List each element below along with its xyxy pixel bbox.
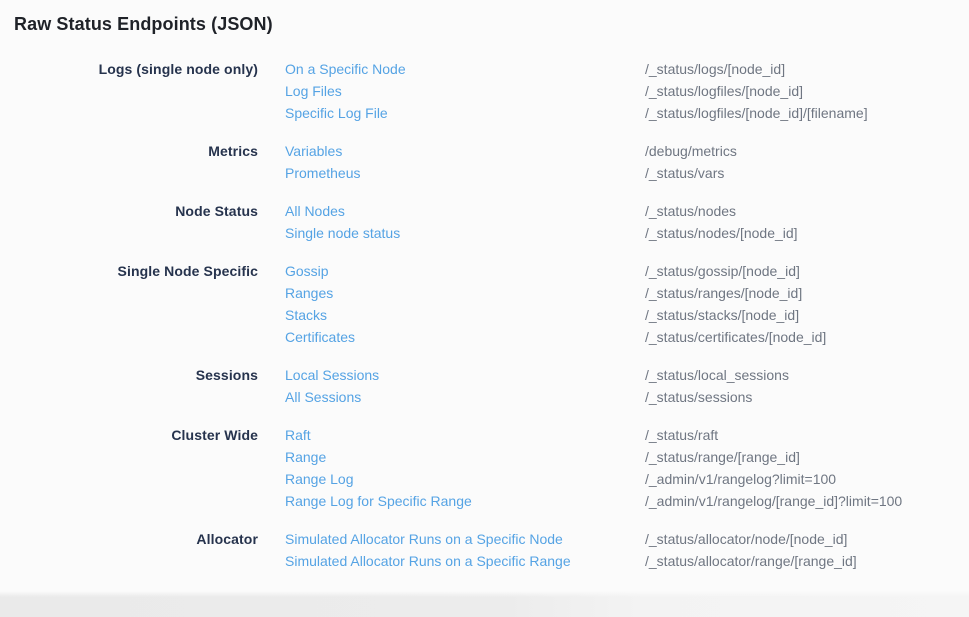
endpoint-row: Simulated Allocator Runs on a Specific R…: [0, 550, 969, 572]
endpoint-link[interactable]: Raft: [285, 424, 645, 446]
category-label: Node Status: [0, 200, 258, 222]
endpoint-section: Allocator Simulated Allocator Runs on a S…: [0, 528, 969, 572]
category-label: Allocator: [0, 528, 258, 550]
endpoint-path: /_status/nodes: [645, 200, 736, 222]
endpoint-path: /_admin/v1/rangelog/[range_id]?limit=100: [645, 490, 902, 512]
endpoint-row: Single Node Specific Gossip/_status/gossi…: [0, 260, 969, 282]
endpoint-row: Sessions Local Sessions/_status/local_ses…: [0, 364, 969, 386]
endpoints-list: Logs (single node only) On a Specific Nod…: [0, 58, 969, 572]
endpoint-row: Certificates/_status/certificates/[node_…: [0, 326, 969, 348]
endpoint-path: /_status/allocator/node/[node_id]: [645, 528, 847, 550]
endpoint-section: Metrics Variables/debug/metricsPrometheus…: [0, 140, 969, 184]
endpoint-path: /_status/logs/[node_id]: [645, 58, 785, 80]
endpoint-section: Single Node Specific Gossip/_status/gossi…: [0, 260, 969, 348]
endpoint-row: Cluster Wide Raft/_status/raft: [0, 424, 969, 446]
endpoint-row: Metrics Variables/debug/metrics: [0, 140, 969, 162]
category-label: Cluster Wide: [0, 424, 258, 446]
endpoint-link[interactable]: All Sessions: [285, 386, 645, 408]
endpoint-path: /_status/sessions: [645, 386, 752, 408]
endpoint-path: /_status/ranges/[node_id]: [645, 282, 802, 304]
endpoint-row: Specific Log File/_status/logfiles/[node…: [0, 102, 969, 124]
endpoint-path: /_status/gossip/[node_id]: [645, 260, 800, 282]
endpoint-link[interactable]: Log Files: [285, 80, 645, 102]
endpoint-row: Log Files/_status/logfiles/[node_id]: [0, 80, 969, 102]
raw-status-endpoints-page: Raw Status Endpoints (JSON) Logs (single…: [0, 14, 969, 617]
endpoint-section: Cluster Wide Raft/_status/raftRange/_stat…: [0, 424, 969, 512]
endpoint-path: /_status/stacks/[node_id]: [645, 304, 799, 326]
endpoint-link[interactable]: Range Log for Specific Range: [285, 490, 645, 512]
category-label: Sessions: [0, 364, 258, 386]
endpoint-path: /_status/logfiles/[node_id]/[filename]: [645, 102, 868, 124]
endpoint-path: /_status/allocator/range/[range_id]: [645, 550, 857, 572]
endpoint-path: /debug/metrics: [645, 140, 737, 162]
endpoint-link[interactable]: Local Sessions: [285, 364, 645, 386]
endpoint-section: Node Status All Nodes/_status/nodesSingle…: [0, 200, 969, 244]
endpoint-link[interactable]: Prometheus: [285, 162, 645, 184]
page-title: Raw Status Endpoints (JSON): [14, 14, 969, 35]
endpoint-link[interactable]: On a Specific Node: [285, 58, 645, 80]
endpoint-row: Single node status/_status/nodes/[node_i…: [0, 222, 969, 244]
endpoint-row: Prometheus/_status/vars: [0, 162, 969, 184]
endpoint-path: /_status/range/[range_id]: [645, 446, 800, 468]
endpoint-path: /_status/local_sessions: [645, 364, 789, 386]
endpoint-row: Range Log for Specific Range/_admin/v1/r…: [0, 490, 969, 512]
endpoint-row: Stacks/_status/stacks/[node_id]: [0, 304, 969, 326]
endpoint-row: Ranges/_status/ranges/[node_id]: [0, 282, 969, 304]
endpoint-row: Range/_status/range/[range_id]: [0, 446, 969, 468]
endpoint-link[interactable]: All Nodes: [285, 200, 645, 222]
endpoint-row: Logs (single node only) On a Specific Nod…: [0, 58, 969, 80]
endpoint-path: /_admin/v1/rangelog?limit=100: [645, 468, 836, 490]
endpoint-link[interactable]: Ranges: [285, 282, 645, 304]
endpoint-link[interactable]: Stacks: [285, 304, 645, 326]
endpoint-link[interactable]: Range: [285, 446, 645, 468]
endpoint-link[interactable]: Variables: [285, 140, 645, 162]
category-label: Logs (single node only): [0, 58, 258, 80]
endpoint-path: /_status/vars: [645, 162, 724, 184]
endpoint-path: /_status/certificates/[node_id]: [645, 326, 826, 348]
endpoint-row: Node Status All Nodes/_status/nodes: [0, 200, 969, 222]
endpoint-link[interactable]: Single node status: [285, 222, 645, 244]
endpoint-link[interactable]: Simulated Allocator Runs on a Specific R…: [285, 550, 645, 572]
endpoint-row: Range Log/_admin/v1/rangelog?limit=100: [0, 468, 969, 490]
endpoint-section: Logs (single node only) On a Specific Nod…: [0, 58, 969, 124]
endpoint-row: All Sessions/_status/sessions: [0, 386, 969, 408]
endpoint-section: Sessions Local Sessions/_status/local_ses…: [0, 364, 969, 408]
category-label: Metrics: [0, 140, 258, 162]
endpoint-path: /_status/nodes/[node_id]: [645, 222, 798, 244]
endpoint-link[interactable]: Gossip: [285, 260, 645, 282]
endpoint-path: /_status/raft: [645, 424, 718, 446]
endpoint-row: Allocator Simulated Allocator Runs on a S…: [0, 528, 969, 550]
footer-strip: [0, 591, 969, 617]
endpoint-link[interactable]: Simulated Allocator Runs on a Specific N…: [285, 528, 645, 550]
endpoint-link[interactable]: Certificates: [285, 326, 645, 348]
endpoint-link[interactable]: Specific Log File: [285, 102, 645, 124]
endpoint-link[interactable]: Range Log: [285, 468, 645, 490]
endpoint-path: /_status/logfiles/[node_id]: [645, 80, 803, 102]
category-label: Single Node Specific: [0, 260, 258, 282]
